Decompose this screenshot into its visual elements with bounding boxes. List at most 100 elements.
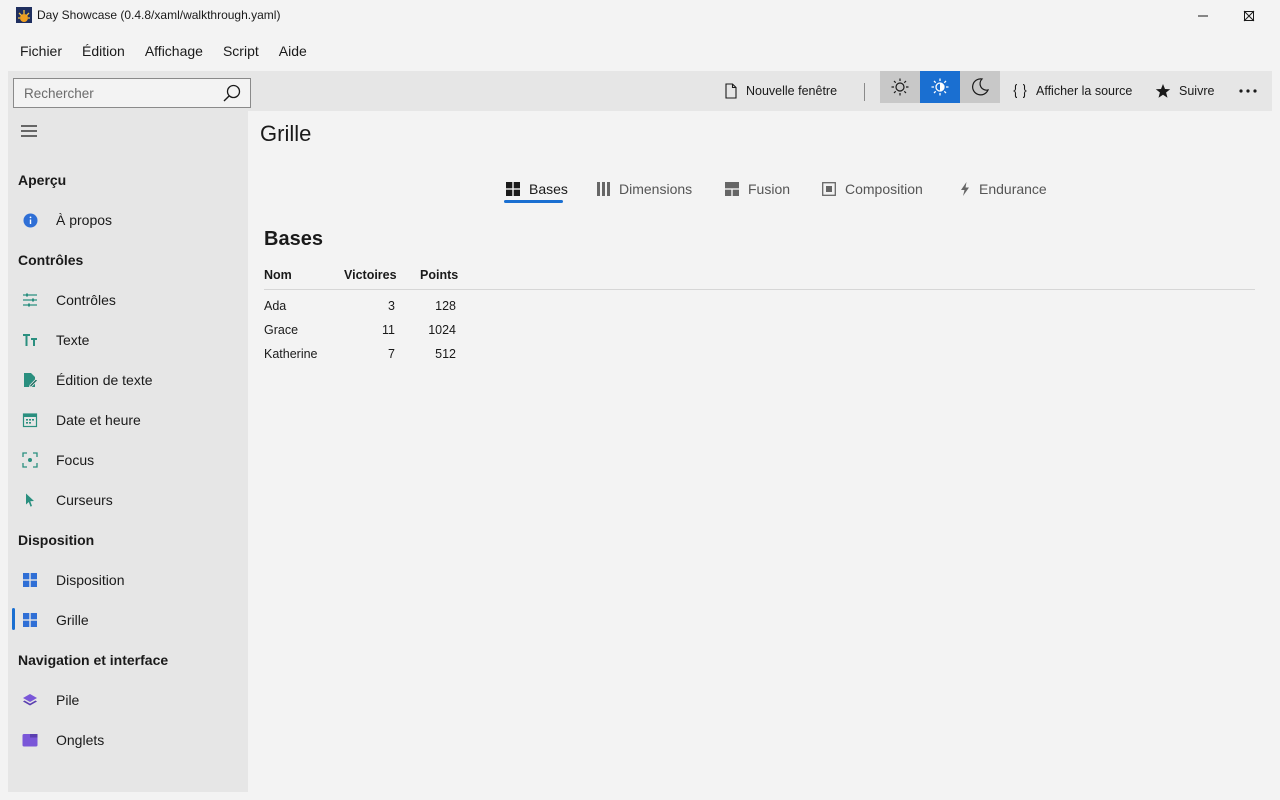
sidebar-item-label: Focus	[56, 452, 95, 468]
cell-points: 512	[435, 347, 456, 361]
stack-icon	[22, 692, 38, 708]
sidebar-item-controles[interactable]: Contrôles	[8, 282, 248, 318]
sidebar-section-navigation: Navigation et interface	[18, 652, 169, 668]
sidebar-item-label: Disposition	[56, 572, 125, 588]
close-icon	[1243, 10, 1255, 22]
sidebar-item-curseurs[interactable]: Curseurs	[8, 482, 248, 518]
cell-nom: Ada	[264, 299, 287, 313]
page-title: Grille	[260, 121, 312, 146]
sliders-icon	[22, 292, 38, 308]
toolbar-separator	[864, 83, 865, 101]
menu-fichier[interactable]: Fichier	[10, 40, 72, 64]
column-header-points: Points	[420, 268, 459, 282]
composition-icon	[822, 182, 836, 196]
sidebar-item-focus[interactable]: Focus	[8, 442, 248, 478]
sidebar-item-label: Grille	[56, 612, 89, 628]
close-button[interactable]	[1226, 0, 1272, 32]
sidebar-item-date-et-heure[interactable]: Date et heure	[8, 402, 248, 438]
grid-icon	[506, 182, 520, 196]
document-icon	[725, 83, 737, 99]
new-window-label: Nouvelle fenêtre	[746, 84, 838, 98]
minimize-button[interactable]	[1180, 0, 1226, 32]
merge-icon	[725, 182, 739, 196]
sidebar-item-disposition[interactable]: Disposition	[8, 562, 248, 598]
follow-button[interactable]: Suivre	[1155, 71, 1214, 111]
menu-aide[interactable]: Aide	[269, 40, 317, 64]
new-window-button[interactable]: Nouvelle fenêtre	[724, 71, 837, 111]
cell-victoires: 3	[388, 299, 395, 313]
sidebar-section-apercu: Aperçu	[18, 172, 67, 188]
cell-points: 128	[435, 299, 456, 313]
sidebar-item-label: Édition de texte	[56, 372, 153, 388]
cell-points: 1024	[428, 323, 456, 337]
sidebar-item-edition-de-texte[interactable]: Édition de texte	[8, 362, 248, 398]
active-tab-indicator	[504, 200, 563, 203]
view-source-label: Afficher la source	[1036, 84, 1133, 98]
menu-script[interactable]: Script	[213, 40, 269, 64]
section-heading: Bases	[264, 228, 323, 250]
sidebar-item-a-propos[interactable]: À propos	[8, 202, 248, 238]
follow-label: Suivre	[1179, 84, 1215, 98]
sidebar-section-controles: Contrôles	[18, 252, 84, 268]
tab-label: Endurance	[979, 181, 1047, 197]
sidebar-item-label: Curseurs	[56, 492, 113, 508]
info-icon	[22, 212, 38, 228]
grid-icon	[22, 612, 38, 628]
app-logo-icon	[16, 7, 32, 23]
minimize-icon	[1198, 15, 1208, 17]
cell-victoires: 7	[388, 347, 395, 361]
sidebar-item-label: À propos	[56, 212, 113, 228]
menu-edition[interactable]: Édition	[72, 40, 135, 64]
theme-dark-button[interactable]	[960, 71, 1000, 103]
tab-fusion[interactable]: Fusion	[725, 176, 790, 202]
sidebar-item-label: Pile	[56, 692, 80, 708]
text-icon	[22, 332, 38, 348]
cell-nom: Grace	[264, 323, 299, 337]
sidebar-item-pile[interactable]: Pile	[8, 682, 248, 718]
tab-bases[interactable]: Bases	[506, 176, 568, 202]
tab-dimensions[interactable]: Dimensions	[597, 176, 692, 202]
search-box	[13, 78, 251, 108]
more-icon	[1239, 89, 1257, 93]
theme-light-button[interactable]	[880, 71, 920, 103]
sidebar-item-onglets[interactable]: Onglets	[8, 722, 248, 758]
hamburger-menu-icon[interactable]	[20, 124, 38, 138]
calendar-icon	[22, 412, 38, 428]
columns-icon	[597, 182, 610, 196]
sun-icon	[891, 78, 909, 96]
star-icon	[1155, 84, 1171, 98]
search-icon[interactable]	[222, 83, 242, 103]
more-options-button[interactable]	[1238, 71, 1266, 111]
column-header-victoires: Victoires	[344, 268, 397, 282]
theme-auto-button[interactable]	[920, 71, 960, 103]
tab-endurance[interactable]: Endurance	[960, 176, 1047, 202]
cell-nom: Katherine	[264, 347, 318, 361]
column-header-nom: Nom	[264, 268, 292, 282]
menu-affichage[interactable]: Affichage	[135, 40, 213, 64]
moon-icon	[972, 78, 990, 96]
sidebar-item-label: Date et heure	[56, 412, 141, 428]
tab-label: Bases	[529, 181, 568, 197]
sidebar-item-label: Texte	[56, 332, 90, 348]
sidebar-item-grille[interactable]: Grille	[8, 602, 248, 638]
tabs-icon	[22, 732, 38, 748]
layout-icon	[22, 572, 38, 588]
tab-label: Fusion	[748, 181, 791, 197]
window-title: Day Showcase (0.4.8/xaml/walkthrough.yam…	[37, 8, 281, 22]
sidebar-item-texte[interactable]: Texte	[8, 322, 248, 358]
focus-icon	[22, 452, 38, 468]
search-input[interactable]	[14, 79, 214, 107]
menu-bar: Fichier Édition Affichage Script Aide	[10, 40, 317, 64]
brightness-icon	[931, 78, 949, 96]
tab-label: Dimensions	[619, 181, 693, 197]
tab-composition[interactable]: Composition	[822, 176, 923, 202]
title-bar: Day Showcase (0.4.8/xaml/walkthrough.yam…	[0, 0, 1280, 32]
header-divider	[264, 289, 1255, 290]
sidebar-section-disposition: Disposition	[18, 532, 95, 548]
tab-label: Composition	[845, 181, 923, 197]
view-source-button[interactable]: Afficher la source	[1012, 71, 1132, 111]
braces-icon	[1013, 83, 1027, 99]
cursor-icon	[22, 492, 38, 508]
sidebar-item-label: Contrôles	[56, 292, 116, 308]
sidebar-item-label: Onglets	[56, 732, 105, 748]
